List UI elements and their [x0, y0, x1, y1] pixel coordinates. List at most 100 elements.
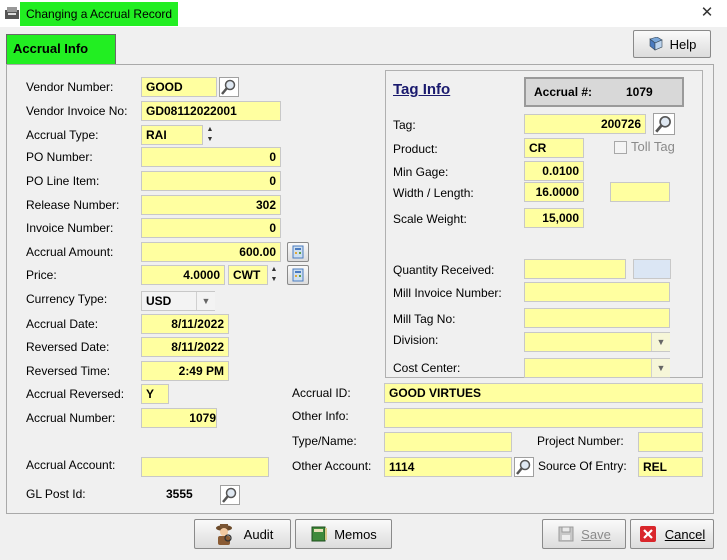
accrual-type-label: Accrual Type:	[26, 128, 99, 142]
close-icon[interactable]: ✕	[695, 4, 719, 22]
other-account-label: Other Account:	[292, 459, 372, 473]
memo-book-icon	[310, 525, 328, 543]
release-number-field[interactable]: 302	[141, 195, 281, 215]
save-button[interactable]: Save	[542, 519, 626, 549]
vendor-invoice-label: Vendor Invoice No:	[26, 104, 128, 118]
invoice-number-label: Invoice Number:	[26, 221, 114, 235]
length-field[interactable]	[610, 182, 670, 202]
accrual-id-field[interactable]: GOOD VIRTUES	[384, 383, 703, 403]
project-number-label: Project Number:	[537, 434, 624, 448]
po-line-item-label: PO Line Item:	[26, 174, 100, 188]
accrual-id-label: Accrual ID:	[292, 386, 351, 400]
po-number-field[interactable]: 0	[141, 147, 281, 167]
division-select[interactable]	[524, 332, 670, 352]
min-gage-label: Min Gage:	[393, 165, 449, 179]
price-unit-spinner[interactable]: ▲ ▼	[268, 265, 280, 285]
save-floppy-icon	[557, 525, 575, 543]
chevron-down-icon[interactable]: ▼	[651, 359, 670, 377]
release-number-label: Release Number:	[26, 198, 120, 212]
other-info-label: Other Info:	[292, 409, 349, 423]
po-line-item-field[interactable]: 0	[141, 171, 281, 191]
quantity-unit-field[interactable]	[633, 259, 671, 279]
scale-weight-label: Scale Weight:	[393, 212, 467, 226]
mill-tag-label: Mill Tag No:	[393, 312, 456, 326]
quantity-received-field[interactable]	[524, 259, 626, 279]
accrual-no-label: Accrual #:	[534, 85, 593, 99]
accrual-number-label: Accrual Number:	[26, 411, 116, 425]
save-button-label: Save	[581, 526, 611, 542]
chevron-down-icon[interactable]: ▼	[651, 333, 670, 351]
cost-center-select[interactable]	[524, 358, 670, 378]
price-calculator-icon[interactable]	[287, 265, 309, 285]
amount-calculator-icon[interactable]	[287, 242, 309, 262]
reversed-date-field[interactable]: 8/11/2022	[141, 337, 229, 357]
invoice-number-field[interactable]: 0	[141, 218, 281, 238]
memos-button-label: Memos	[334, 526, 377, 542]
cancel-button-label: Cancel	[664, 526, 706, 542]
currency-type-label: Currency Type:	[26, 292, 108, 306]
reversed-date-label: Reversed Date:	[26, 340, 110, 354]
gl-post-lookup-icon[interactable]	[220, 485, 240, 505]
gl-post-id-label: GL Post Id:	[26, 487, 86, 501]
tag-info-title: Tag Info	[393, 81, 451, 98]
vendor-number-field[interactable]: GOOD	[141, 77, 217, 97]
toll-tag-label: Toll Tag	[631, 139, 675, 154]
reversed-time-field[interactable]: 2:49 PM	[141, 361, 229, 381]
min-gage-field[interactable]: 0.0100	[524, 161, 584, 181]
project-number-field[interactable]	[638, 432, 703, 452]
cancel-button[interactable]: Cancel	[630, 519, 714, 549]
memos-button[interactable]: Memos	[295, 519, 392, 549]
price-unit-field[interactable]: CWT	[228, 265, 268, 285]
app-icon	[4, 5, 20, 21]
mill-invoice-field[interactable]	[524, 282, 670, 302]
accrual-type-spinner[interactable]: ▲ ▼	[204, 125, 216, 145]
help-button-label: Help	[669, 36, 697, 52]
auditor-icon	[212, 522, 236, 546]
product-field[interactable]: CR	[524, 138, 584, 158]
help-button[interactable]: Help	[633, 30, 711, 58]
audit-button[interactable]: Audit	[194, 519, 291, 549]
toll-tag-checkbox[interactable]	[614, 141, 627, 154]
vendor-invoice-field[interactable]: GD08112022001	[141, 101, 281, 121]
cancel-x-icon	[639, 525, 657, 543]
quantity-received-label: Quantity Received:	[393, 263, 495, 277]
accrual-account-field[interactable]	[141, 457, 269, 477]
product-label: Product:	[393, 142, 438, 156]
accrual-number-field[interactable]: 1079	[141, 408, 217, 428]
tag-label: Tag:	[393, 118, 416, 132]
vendor-lookup-icon[interactable]	[219, 77, 239, 97]
tag-lookup-icon[interactable]	[653, 113, 675, 135]
accrual-amount-field[interactable]: 600.00	[141, 242, 281, 262]
vendor-number-label: Vendor Number:	[26, 80, 114, 94]
audit-button-label: Audit	[243, 526, 274, 542]
chevron-down-icon[interactable]: ▼	[196, 292, 215, 310]
division-label: Division:	[393, 333, 439, 347]
type-name-label: Type/Name:	[292, 434, 357, 448]
window-title: Changing a Accrual Record	[20, 2, 179, 26]
mill-invoice-label: Mill Invoice Number:	[393, 286, 502, 300]
accrual-reversed-label: Accrual Reversed:	[26, 387, 125, 401]
source-of-entry-field[interactable]: REL	[638, 457, 703, 477]
other-account-lookup-icon[interactable]	[514, 457, 534, 477]
reversed-time-label: Reversed Time:	[26, 364, 111, 378]
width-field[interactable]: 16.0000	[524, 182, 584, 202]
tab-accrual-info[interactable]: Accrual Info	[6, 34, 116, 66]
accrual-type-field[interactable]: RAI	[141, 125, 203, 145]
accrual-number-box: Accrual #: 1079	[524, 77, 684, 107]
scale-weight-field[interactable]: 15,000	[524, 208, 584, 228]
accrual-date-field[interactable]: 8/11/2022	[141, 314, 229, 334]
source-of-entry-label: Source Of Entry:	[538, 459, 627, 473]
width-length-label: Width / Length:	[393, 186, 474, 200]
tag-field[interactable]: 200726	[524, 114, 646, 134]
type-name-field[interactable]	[384, 432, 512, 452]
accrual-no-value: 1079	[626, 85, 653, 99]
accrual-date-label: Accrual Date:	[26, 317, 99, 331]
price-field[interactable]: 4.0000	[141, 265, 225, 285]
other-info-field[interactable]	[384, 408, 703, 428]
mill-tag-field[interactable]	[524, 308, 670, 328]
help-book-icon	[648, 36, 664, 51]
po-number-label: PO Number:	[26, 150, 93, 164]
other-account-field[interactable]: 1114	[384, 457, 512, 477]
accrual-reversed-field[interactable]: Y	[141, 384, 169, 404]
gl-post-id-value: 3555	[166, 487, 193, 501]
